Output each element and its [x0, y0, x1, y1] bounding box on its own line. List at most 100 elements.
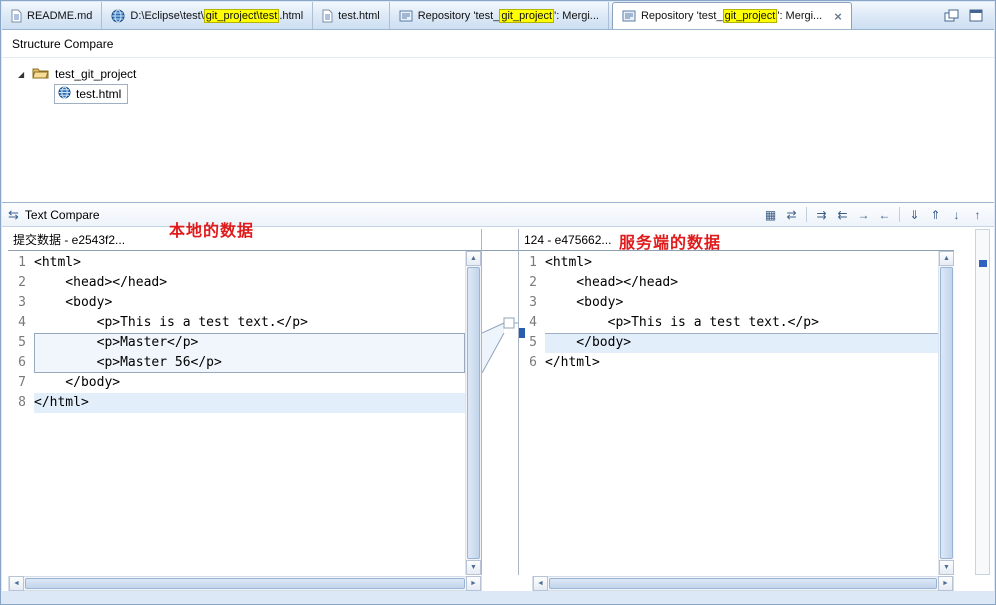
- tab-test-html-path[interactable]: D:\Eclipse\test\ git_project\test .html: [102, 2, 314, 29]
- text-file-icon: [322, 9, 333, 23]
- tab-label-pre: Repository 'test_: [417, 9, 500, 22]
- scroll-left-icon[interactable]: ◄: [9, 576, 24, 591]
- scroll-right-icon[interactable]: ►: [938, 576, 953, 591]
- scrollbar-thumb[interactable]: [25, 578, 465, 589]
- toolbar-separator: [806, 207, 807, 222]
- tab-label-post: ': Mergi...: [777, 10, 823, 22]
- line-text: </body>: [545, 335, 632, 350]
- next-difference-button[interactable]: ⇓: [904, 205, 925, 224]
- line-number: 3: [529, 295, 537, 310]
- repository-icon: [622, 10, 636, 22]
- copy-change-left-to-right-button[interactable]: →: [853, 205, 874, 224]
- text-compare-title: Text Compare: [24, 207, 100, 222]
- highlighted-text: git_project: [722, 9, 778, 23]
- tab-repository-merge-1[interactable]: Repository 'test_ git_project ': Mergi...: [390, 2, 609, 29]
- line-text: <head></head>: [34, 275, 168, 290]
- scrollbar-thumb[interactable]: [467, 267, 480, 559]
- tab-readme-md[interactable]: README.md: [2, 2, 103, 29]
- line-text: <p>Master 56</p>: [34, 355, 222, 370]
- line-number: 4: [529, 315, 537, 330]
- ancestor-pane-button[interactable]: ▦: [760, 205, 781, 224]
- next-change-button[interactable]: ↓: [946, 205, 967, 224]
- copy-change-right-to-left-icon: ←: [878, 207, 891, 222]
- highlighted-text: git_project: [499, 8, 555, 23]
- scroll-right-icon[interactable]: ►: [466, 576, 481, 591]
- scrollbar-thumb[interactable]: [549, 578, 937, 589]
- line-text: <p>This is a test text.</p>: [545, 315, 819, 330]
- left-code-editor[interactable]: 1 <html> 2 <head></head> 3 <body> 4 <p>Th…: [8, 251, 465, 575]
- text-compare-header: ⇆ Text Compare ▦ ⇄ ⇉ ⇇ → ← ⇓ ⇑ ↓ ↑: [2, 203, 994, 227]
- compare-panes: 提交数据 - e2543f2... 1 <html> 2 <head></head…: [2, 227, 994, 591]
- scrollbar-thumb[interactable]: [940, 267, 953, 559]
- selected-tree-item: test.html: [54, 84, 129, 104]
- code-line: 3 <body>: [519, 293, 938, 313]
- right-horizontal-scrollbar[interactable]: ◄ ►: [532, 576, 954, 591]
- ancestor-pane-icon: ▦: [764, 207, 777, 222]
- overview-ruler[interactable]: [975, 229, 990, 575]
- left-compare-pane: 提交数据 - e2543f2... 1 <html> 2 <head></head…: [8, 229, 482, 575]
- expand-arrow-icon[interactable]: ◢: [18, 70, 32, 79]
- scroll-left-icon[interactable]: ◄: [533, 576, 548, 591]
- tab-label: D:\Eclipse\test\ git_project\test .html: [130, 8, 304, 23]
- scroll-down-icon[interactable]: ▼: [939, 560, 954, 575]
- code-line: 1 <html>: [519, 253, 938, 273]
- scroll-down-icon[interactable]: ▼: [466, 560, 481, 575]
- copy-all-right-to-left-icon: ⇇: [837, 207, 848, 222]
- tree-item-project[interactable]: ◢ test_git_project: [2, 64, 994, 84]
- line-number: 8: [18, 395, 26, 410]
- close-tab-icon[interactable]: ×: [834, 10, 842, 23]
- copy-change-right-to-left-button[interactable]: ←: [874, 205, 895, 224]
- right-pane-header: 124 - e475662...: [519, 229, 954, 251]
- tree-item-file[interactable]: test.html: [2, 84, 994, 104]
- code-line: 6 </html>: [519, 353, 938, 373]
- scroll-up-icon[interactable]: ▲: [466, 251, 481, 266]
- right-pane-title: 124 - e475662...: [524, 232, 612, 247]
- left-pane-title: 提交数据 - e2543f2...: [13, 233, 126, 247]
- restore-view-button[interactable]: [944, 9, 960, 22]
- left-horizontal-scrollbar[interactable]: ◄ ►: [8, 576, 482, 591]
- previous-difference-icon: ⇑: [930, 207, 941, 222]
- copy-all-right-to-left-button[interactable]: ⇇: [832, 205, 853, 224]
- compare-icon: ⇆: [8, 206, 19, 222]
- maximize-view-button[interactable]: [968, 9, 984, 22]
- tree-item-label: test_git_project: [55, 67, 137, 81]
- previous-change-icon: ↑: [974, 207, 981, 222]
- copy-all-left-to-right-icon: ⇉: [816, 207, 827, 222]
- text-compare-panel: ⇆ Text Compare ▦ ⇄ ⇉ ⇇ → ← ⇓ ⇑ ↓ ↑ 提交数据 …: [2, 202, 994, 591]
- line-text: <html>: [545, 255, 592, 270]
- toolbar-separator: [899, 207, 900, 222]
- line-text: <head></head>: [545, 275, 679, 290]
- tab-label: Repository 'test_ git_project ': Mergi...: [417, 8, 599, 23]
- line-number: 3: [18, 295, 26, 310]
- line-number: 2: [529, 275, 537, 290]
- right-code-editor[interactable]: 1 <html> 2 <head></head> 3 <body> 4 <p>Th…: [519, 251, 938, 575]
- tab-label: README.md: [27, 9, 93, 22]
- diff-overview-marker[interactable]: [979, 260, 987, 267]
- line-number: 1: [529, 255, 537, 270]
- code-line: 6 <p>Master 56</p>: [8, 353, 465, 373]
- tab-repository-merge-2-active[interactable]: Repository 'test_ git_project ': Mergi... …: [611, 2, 852, 29]
- line-number: 5: [18, 335, 26, 350]
- previous-change-button[interactable]: ↑: [967, 205, 988, 224]
- line-text: <p>Master</p>: [34, 335, 199, 350]
- line-text: </html>: [34, 395, 89, 410]
- structure-compare-title: Structure Compare: [2, 30, 994, 58]
- tab-label: test.html: [338, 9, 380, 22]
- code-line: 7 </body>: [8, 373, 465, 393]
- right-vertical-scrollbar[interactable]: ▲ ▼: [938, 251, 954, 575]
- code-line: 2 <head></head>: [519, 273, 938, 293]
- copy-all-left-to-right-button[interactable]: ⇉: [811, 205, 832, 224]
- previous-difference-button[interactable]: ⇑: [925, 205, 946, 224]
- swap-panes-icon: ⇄: [786, 207, 797, 222]
- line-number: 5: [529, 335, 537, 350]
- left-vertical-scrollbar[interactable]: ▲ ▼: [465, 251, 481, 575]
- tab-label-pre: Repository 'test_: [640, 10, 723, 22]
- line-text: <body>: [545, 295, 624, 310]
- swap-panes-button[interactable]: ⇄: [781, 205, 802, 224]
- line-number: 1: [18, 255, 26, 270]
- tab-label-post: .html: [279, 9, 304, 22]
- compare-toolbar: ▦ ⇄ ⇉ ⇇ → ← ⇓ ⇑ ↓ ↑: [760, 205, 988, 224]
- diff-connector-gutter: [482, 229, 518, 575]
- scroll-up-icon[interactable]: ▲: [939, 251, 954, 266]
- tab-test-html[interactable]: test.html: [313, 2, 390, 29]
